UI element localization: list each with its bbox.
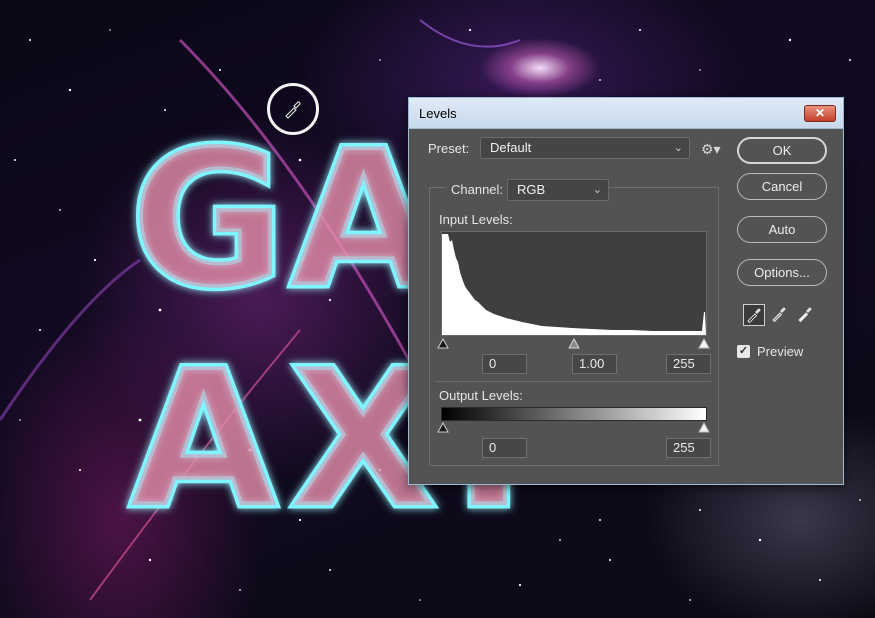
preset-value: Default	[490, 140, 532, 155]
eyedropper-white-button[interactable]	[795, 304, 817, 326]
eyedropper-cursor	[267, 83, 319, 135]
levels-dialog: Levels ✕ Preset: Default ⌄ ⚙▾ Channel: R…	[408, 97, 844, 485]
input-white-slider[interactable]	[698, 338, 710, 349]
eyedropper-black-icon	[747, 308, 761, 324]
eyedropper-cursor-icon	[285, 101, 301, 119]
histogram-graph	[442, 234, 706, 335]
dialog-titlebar[interactable]: Levels ✕	[409, 98, 843, 129]
input-gamma-field[interactable]: 1.00	[572, 354, 617, 374]
dialog-title: Levels	[419, 106, 457, 121]
input-black-slider[interactable]	[437, 338, 449, 349]
auto-button[interactable]: Auto	[737, 216, 827, 243]
eyedropper-white-icon	[798, 307, 812, 323]
preview-label: Preview	[757, 344, 804, 359]
preset-dropdown[interactable]: Default ⌄	[480, 137, 690, 159]
preset-label: Preset:	[428, 141, 470, 156]
close-button[interactable]: ✕	[804, 105, 836, 122]
checkmark-icon: ✓	[738, 345, 749, 357]
output-gradient-bar	[441, 407, 707, 421]
divider	[435, 381, 711, 382]
gear-icon[interactable]: ⚙▾	[701, 141, 721, 158]
output-black-field[interactable]: 0	[482, 438, 527, 458]
eyedropper-gray-button[interactable]	[769, 304, 791, 326]
channel-value: RGB	[517, 182, 546, 197]
input-black-field[interactable]: 0	[482, 354, 527, 374]
input-levels-label: Input Levels:	[439, 212, 513, 227]
letter-g: G	[130, 109, 286, 330]
input-gamma-slider[interactable]	[568, 338, 580, 349]
output-white-slider[interactable]	[698, 422, 710, 433]
close-icon: ✕	[814, 106, 826, 120]
channel-dropdown[interactable]: RGB ⌄	[507, 179, 609, 201]
letter-a-bottom: A	[130, 329, 277, 550]
options-button[interactable]: Options...	[737, 259, 827, 286]
eyedropper-black-button[interactable]	[743, 304, 765, 326]
cancel-button[interactable]: Cancel	[737, 173, 827, 200]
ok-button[interactable]: OK	[737, 137, 827, 164]
output-levels-label: Output Levels:	[439, 388, 523, 403]
eyedropper-gray-icon	[772, 307, 786, 323]
output-black-slider[interactable]	[437, 422, 449, 433]
chevron-down-icon: ⌄	[592, 184, 602, 196]
histogram	[441, 231, 707, 336]
input-white-field[interactable]: 255	[666, 354, 711, 374]
output-white-field[interactable]: 255	[666, 438, 711, 458]
preview-checkbox[interactable]: ✓	[737, 345, 750, 358]
chevron-down-icon: ⌄	[673, 142, 683, 154]
channel-label: Channel:	[445, 182, 510, 197]
